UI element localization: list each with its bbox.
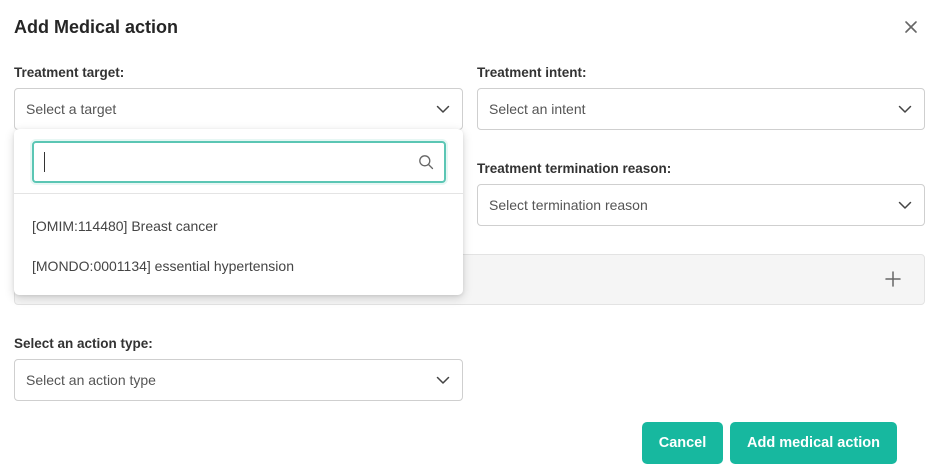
termination-reason-placeholder: Select termination reason	[489, 197, 648, 213]
chevron-down-icon	[436, 376, 450, 384]
chevron-down-icon	[898, 201, 912, 209]
add-medical-action-button[interactable]: Add medical action	[730, 422, 897, 464]
treatment-intent-label: Treatment intent:	[477, 65, 587, 80]
treatment-target-placeholder: Select a target	[26, 101, 117, 117]
action-type-select[interactable]: Select an action type	[14, 359, 463, 401]
dialog-title: Add Medical action	[14, 17, 179, 37]
dropdown-option[interactable]: [MONDO:0001134] essential hypertension	[32, 258, 294, 274]
treatment-target-label: Treatment target:	[14, 65, 125, 80]
cancel-button[interactable]: Cancel	[642, 422, 723, 464]
dropdown-divider	[14, 193, 463, 194]
close-button[interactable]	[900, 16, 922, 38]
dropdown-option[interactable]: [OMIM:114480] Breast cancer	[32, 218, 218, 234]
termination-reason-label: Treatment termination reason:	[477, 161, 672, 176]
chevron-down-icon	[436, 105, 450, 113]
termination-reason-select[interactable]: Select termination reason	[477, 184, 925, 226]
action-type-label: Select an action type:	[14, 336, 153, 351]
text-cursor	[44, 152, 45, 172]
plus-icon[interactable]	[884, 270, 902, 288]
dropdown-search-input[interactable]	[32, 141, 446, 183]
treatment-intent-select[interactable]: Select an intent	[477, 88, 925, 130]
treatment-target-dropdown: [OMIM:114480] Breast cancer [MONDO:00011…	[14, 129, 463, 295]
search-icon	[419, 155, 434, 170]
treatment-intent-placeholder: Select an intent	[489, 101, 586, 117]
close-icon	[905, 21, 917, 33]
treatment-target-select[interactable]: Select a target	[14, 88, 463, 130]
chevron-down-icon	[898, 105, 912, 113]
action-type-placeholder: Select an action type	[26, 372, 156, 388]
